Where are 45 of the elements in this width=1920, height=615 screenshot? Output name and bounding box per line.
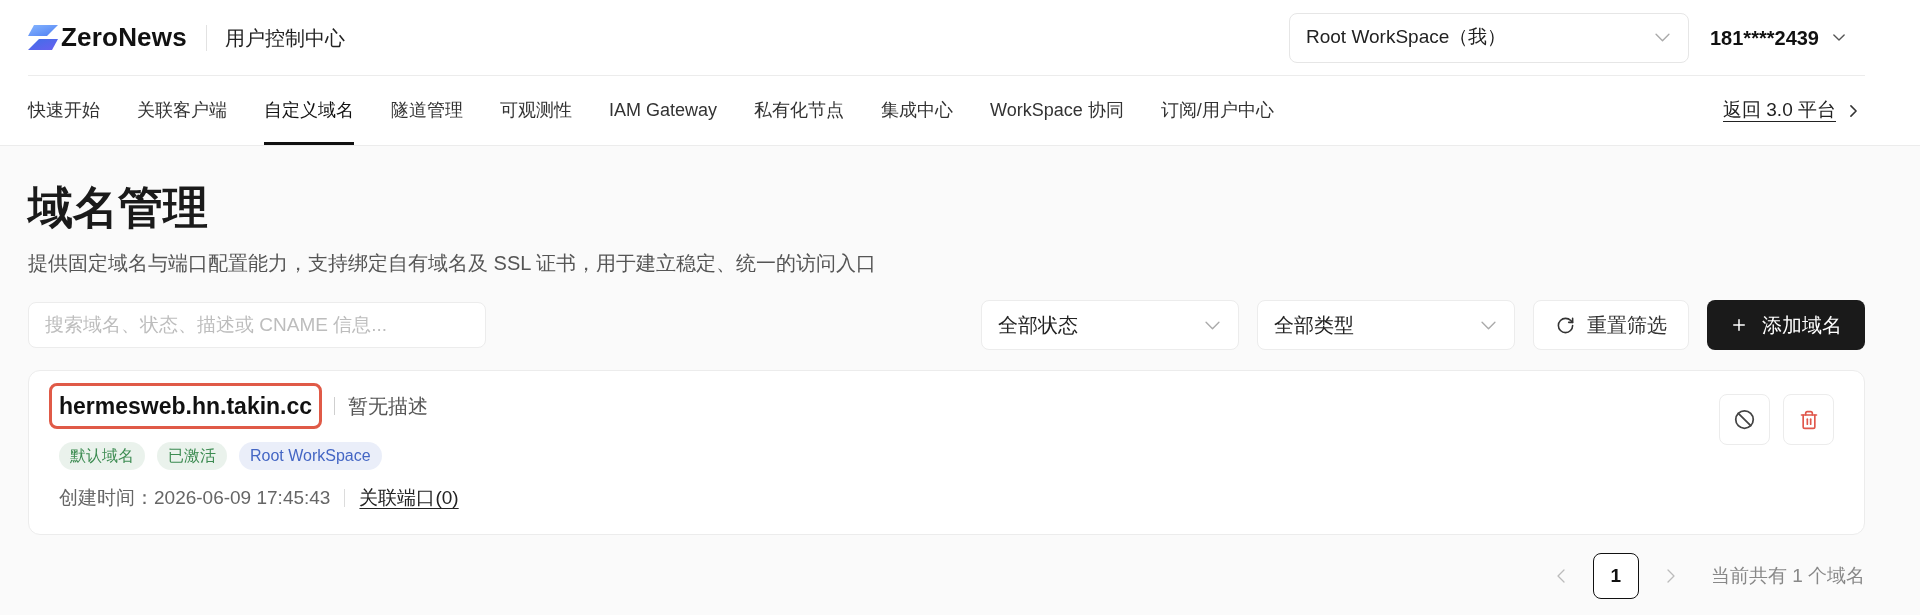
trash-icon bbox=[1798, 409, 1819, 430]
workspace-select[interactable]: Root WorkSpace（我） bbox=[1289, 12, 1689, 63]
chevron-down-icon bbox=[1205, 320, 1220, 330]
nav-tab[interactable]: 隧道管理 bbox=[391, 76, 463, 145]
add-domain-button[interactable]: 添加域名 bbox=[1707, 300, 1865, 350]
logo-icon bbox=[28, 25, 58, 50]
chevron-right-icon bbox=[1666, 569, 1675, 583]
logo-text: ZeroNews bbox=[61, 21, 187, 54]
back-link[interactable]: 返回 3.0 平台 bbox=[1723, 96, 1836, 125]
delete-button[interactable] bbox=[1783, 394, 1834, 445]
console-title: 用户控制中心 bbox=[224, 25, 345, 51]
nav-tab[interactable]: WorkSpace 协同 bbox=[990, 76, 1124, 145]
nav-tab[interactable]: 快速开始 bbox=[28, 76, 100, 145]
nav-tab[interactable]: 订阅/用户中心 bbox=[1160, 76, 1274, 145]
tag: Root WorkSpace bbox=[239, 442, 382, 470]
ban-icon bbox=[1734, 409, 1755, 430]
page-title: 域名管理 bbox=[28, 182, 209, 234]
pagination-summary: 当前共有 1 个域名 bbox=[1710, 563, 1865, 588]
chevron-right-icon bbox=[1850, 104, 1857, 117]
type-select[interactable]: 全部类型 bbox=[1257, 300, 1515, 350]
domain-description: 暂无描述 bbox=[348, 394, 429, 419]
refresh-icon bbox=[1555, 315, 1575, 335]
created-time: 创建时间：2026-06-09 17:45:43 bbox=[59, 486, 331, 510]
nav-tab[interactable]: IAM Gateway bbox=[609, 76, 718, 145]
chevron-left-icon bbox=[1556, 569, 1565, 583]
tag: 已激活 bbox=[157, 442, 227, 470]
chevron-down-icon bbox=[1833, 34, 1845, 41]
nav-tab[interactable]: 可观测性 bbox=[500, 76, 572, 145]
nav-tab[interactable]: 自定义域名 bbox=[264, 76, 354, 145]
plus-icon bbox=[1730, 316, 1748, 334]
ban-button[interactable] bbox=[1719, 394, 1770, 445]
page-description: 提供固定域名与端口配置能力，支持绑定自有域名及 SSL 证书，用于建立稳定、统一的访问入口 bbox=[28, 251, 878, 276]
nav-tab[interactable]: 私有化节点 bbox=[754, 76, 845, 145]
chevron-down-icon bbox=[1655, 33, 1670, 42]
reset-filters-button[interactable]: 重置筛选 bbox=[1533, 300, 1689, 350]
tag: 默认域名 bbox=[59, 442, 145, 470]
page-number-button[interactable]: 1 bbox=[1592, 553, 1639, 599]
domain-name: hermesweb.hn.takin.cc bbox=[59, 392, 313, 421]
linked-ports-link[interactable]: 关联端口(0) bbox=[359, 486, 459, 510]
status-select[interactable]: 全部状态 bbox=[981, 300, 1239, 350]
nav-tab[interactable]: 集成中心 bbox=[881, 76, 954, 145]
nav-tab[interactable]: 关联客户端 bbox=[137, 76, 227, 145]
chevron-down-icon bbox=[1481, 320, 1496, 330]
search-field[interactable]: 搜索域名、状态、描述或 CNAME 信息... bbox=[28, 302, 486, 348]
user-menu[interactable]: 181****2439 bbox=[1710, 22, 1845, 53]
